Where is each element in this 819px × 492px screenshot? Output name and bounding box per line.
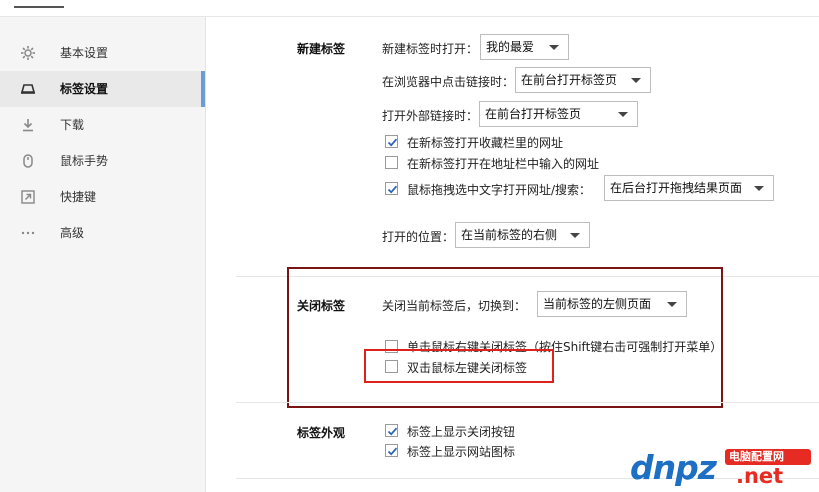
sidebar-item-shortcuts[interactable]: 快捷键 [0,179,205,215]
checkbox-label: 标签上显示关闭按钮 [407,425,516,439]
sidebar-item-basic-settings[interactable]: 基本设置 [0,35,205,71]
sidebar-item-download[interactable]: 下载 [0,107,205,143]
link-click-select[interactable]: 在前台打开标签页 [515,67,651,93]
sidebar-item-label: 高级 [60,226,85,240]
checkbox-open-favorites-new-tab[interactable] [385,135,398,148]
checkbox-label: 在新标签打开收藏栏里的网址 [407,136,564,150]
chevron-down-icon [549,45,559,50]
open-position-label: 打开的位置： [382,230,455,244]
sidebar-item-label: 鼠标手势 [60,154,109,168]
mouse-icon [20,153,36,169]
chevron-down-icon [631,78,641,83]
check-icon [387,447,398,456]
select-value: 我的最爱 [486,40,535,54]
drag-open-select[interactable]: 在后台打开拖拽结果页面 [604,175,774,201]
open-position-select[interactable]: 在当前标签的右侧 [455,222,590,248]
watermark-domain: .net [736,464,784,488]
section-title-tab-appearance: 标签外观 [297,426,346,440]
sidebar-item-label: 下载 [60,118,85,132]
title-fragment [14,0,64,8]
chevron-down-icon [754,186,764,191]
sidebar-item-tab-settings[interactable]: 标签设置 [0,71,205,107]
checkbox-open-addressbar-new-tab[interactable] [385,156,398,169]
link-click-label: 在浏览器中点击链接时： [382,75,515,89]
sidebar-item-mouse-gesture[interactable]: 鼠标手势 [0,143,205,179]
window-top-bar [0,0,819,17]
select-value: 在前台打开标签页 [521,73,618,87]
watermark-site: 电脑配置网 [729,450,784,463]
checkbox-show-site-icon[interactable] [385,444,398,457]
chevron-down-icon [570,233,580,238]
external-link-select[interactable]: 在前台打开标签页 [479,101,638,127]
select-value: 在后台打开拖拽结果页面 [610,181,743,195]
new-tab-open-label: 新建标签时打开： [382,42,479,56]
checkbox-drag-open[interactable] [385,182,398,195]
sidebar-item-label: 基本设置 [60,46,109,60]
check-icon [387,427,398,436]
shortcut-icon [20,189,36,205]
check-icon [387,185,398,194]
section-title-new-tab: 新建标签 [297,42,346,56]
checkbox-show-close-button[interactable] [385,424,398,437]
external-link-label: 打开外部链接时： [382,109,479,123]
check-icon [387,138,398,147]
watermark-brand: dnpz [630,448,717,487]
select-value: 在前台打开标签页 [485,107,582,121]
tab-icon [20,81,36,97]
checkbox-label: 在新标签打开在地址栏中输入的网址 [407,157,600,171]
highlight-box-double-click [364,349,554,383]
sidebar-item-advanced[interactable]: 高级 [0,215,205,251]
download-icon [20,117,36,133]
more-icon [20,225,36,241]
chevron-down-icon [618,112,628,117]
select-value: 在当前标签的右侧 [461,228,558,242]
checkbox-label: 标签上显示网站图标 [407,445,516,459]
sidebar-item-label: 标签设置 [60,82,109,96]
settings-sidebar: 基本设置 标签设置 下载 鼠标手势 快捷键 高级 [0,17,206,492]
gear-icon [20,45,36,61]
new-tab-open-select[interactable]: 我的最爱 [480,34,569,60]
checkbox-label: 鼠标拖拽选中文字打开网址/搜索： [407,183,592,197]
section-divider [236,402,819,403]
sidebar-item-label: 快捷键 [60,190,97,204]
highlight-box-close-tab [287,267,723,408]
watermark-logo: dnpz 电脑配置网 .net [622,444,819,492]
